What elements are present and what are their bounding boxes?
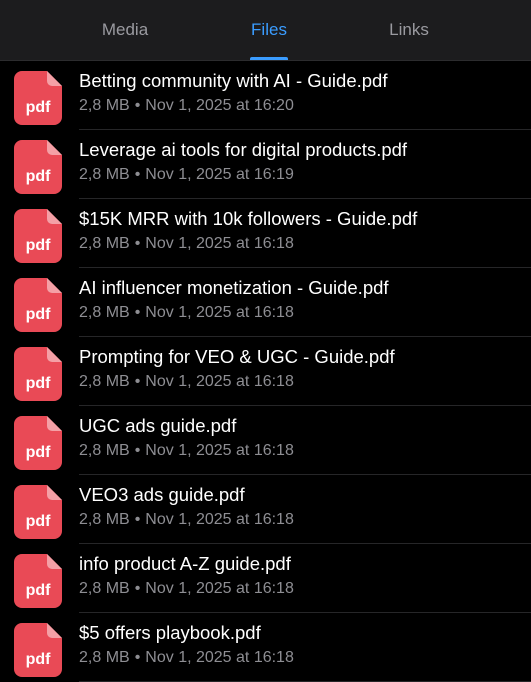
file-date: Nov 1, 2025 at 16:20 xyxy=(145,97,294,114)
file-date: Nov 1, 2025 at 16:18 xyxy=(145,442,294,459)
separator-dot: • xyxy=(134,97,141,114)
file-meta: 2,8 MB • Nov 1, 2025 at 16:18 xyxy=(79,511,294,529)
file-list-item[interactable]: pdf UGC ads guide.pdf 2,8 MB • Nov 1, 2025 a… xyxy=(0,406,531,475)
file-name: info product A-Z guide.pdf xyxy=(79,553,291,574)
file-size: 2,8 MB xyxy=(79,373,130,390)
separator-dot: • xyxy=(134,442,141,459)
file-meta: 2,8 MB • Nov 1, 2025 at 16:18 xyxy=(79,235,294,253)
tab-files[interactable]: Files xyxy=(229,0,309,60)
file-list-item[interactable]: pdf AI influencer monetization - Guide.pd… xyxy=(0,268,531,337)
pdf-icon-label: pdf xyxy=(25,99,51,116)
file-list-item[interactable]: pdf $5 offers playbook.pdf 2,8 MB • Nov 1, 2… xyxy=(0,613,531,682)
tab-media-label: Media xyxy=(101,20,149,39)
file-size: 2,8 MB xyxy=(79,166,130,183)
pdf-file-icon: pdf xyxy=(14,209,62,263)
tab-links[interactable]: Links xyxy=(369,0,449,60)
file-meta: 2,8 MB • Nov 1, 2025 at 16:18 xyxy=(79,304,294,322)
pdf-file-icon: pdf xyxy=(14,278,62,332)
separator-dot: • xyxy=(134,580,141,597)
pdf-icon-label: pdf xyxy=(25,513,51,530)
file-date: Nov 1, 2025 at 16:19 xyxy=(145,166,294,183)
file-name: $5 offers playbook.pdf xyxy=(79,622,261,643)
file-name: VEO3 ads guide.pdf xyxy=(79,484,245,505)
file-meta: 2,8 MB • Nov 1, 2025 at 16:18 xyxy=(79,580,294,598)
file-list-item[interactable]: pdf VEO3 ads guide.pdf 2,8 MB • Nov 1, 2025 … xyxy=(0,475,531,544)
file-name: UGC ads guide.pdf xyxy=(79,415,237,436)
file-size: 2,8 MB xyxy=(79,511,130,528)
file-date: Nov 1, 2025 at 16:18 xyxy=(145,511,294,528)
separator-dot: • xyxy=(134,511,141,528)
separator-dot: • xyxy=(134,235,141,252)
file-meta: 2,8 MB • Nov 1, 2025 at 16:18 xyxy=(79,649,294,667)
file-list-item[interactable]: pdf $15K MRR with 10k followers - Guide.p… xyxy=(0,199,531,268)
file-date: Nov 1, 2025 at 16:18 xyxy=(145,373,294,390)
pdf-file-icon: pdf xyxy=(14,554,62,608)
pdf-file-icon: pdf xyxy=(14,347,62,401)
file-name: AI influencer monetization - Guide.pdf xyxy=(79,277,389,298)
file-list: pdf Betting community with AI - Guide.pdf… xyxy=(0,61,531,682)
file-name: Betting community with AI - Guide.pdf xyxy=(79,70,388,91)
file-name: Leverage ai tools for digital products.p… xyxy=(79,139,408,160)
separator-dot: • xyxy=(134,166,141,183)
file-list-item[interactable]: pdf Leverage ai tools for digital product… xyxy=(0,130,531,199)
file-name: $15K MRR with 10k followers - Guide.pdf xyxy=(79,208,418,229)
tab-media[interactable]: Media xyxy=(85,0,165,60)
file-list-item[interactable]: pdf Prompting for VEO & UGC - Guide.pdf 2,… xyxy=(0,337,531,406)
file-meta: 2,8 MB • Nov 1, 2025 at 16:19 xyxy=(79,166,294,184)
file-size: 2,8 MB xyxy=(79,97,130,114)
pdf-icon-label: pdf xyxy=(25,306,51,323)
file-date: Nov 1, 2025 at 16:18 xyxy=(145,235,294,252)
pdf-icon-label: pdf xyxy=(25,444,51,461)
file-meta: 2,8 MB • Nov 1, 2025 at 16:18 xyxy=(79,442,294,460)
file-meta: 2,8 MB • Nov 1, 2025 at 16:18 xyxy=(79,373,294,391)
separator-dot: • xyxy=(134,304,141,321)
file-list-item[interactable]: pdf info product A-Z guide.pdf 2,8 MB • Nov … xyxy=(0,544,531,613)
file-size: 2,8 MB xyxy=(79,580,130,597)
pdf-icon-label: pdf xyxy=(25,582,51,599)
pdf-file-icon: pdf xyxy=(14,416,62,470)
pdf-file-icon: pdf xyxy=(14,71,62,125)
separator-dot: • xyxy=(134,373,141,390)
pdf-file-icon: pdf xyxy=(14,623,62,677)
tab-links-label: Links xyxy=(389,20,429,39)
active-tab-indicator xyxy=(250,57,288,60)
segmented-tab-bar: Media Files Links xyxy=(0,0,531,61)
separator-dot: • xyxy=(134,649,141,666)
file-list-item[interactable]: pdf Betting community with AI - Guide.pdf… xyxy=(0,61,531,130)
file-size: 2,8 MB xyxy=(79,649,130,666)
pdf-file-icon: pdf xyxy=(14,140,62,194)
pdf-icon-label: pdf xyxy=(25,168,51,185)
pdf-icon-label: pdf xyxy=(25,237,51,254)
file-date: Nov 1, 2025 at 16:18 xyxy=(145,304,294,321)
file-meta: 2,8 MB • Nov 1, 2025 at 16:20 xyxy=(79,97,294,115)
file-size: 2,8 MB xyxy=(79,235,130,252)
tab-files-label: Files xyxy=(251,20,287,39)
file-size: 2,8 MB xyxy=(79,442,130,459)
file-date: Nov 1, 2025 at 16:18 xyxy=(145,649,294,666)
file-size: 2,8 MB xyxy=(79,304,130,321)
pdf-file-icon: pdf xyxy=(14,485,62,539)
pdf-icon-label: pdf xyxy=(25,375,51,392)
file-name: Prompting for VEO & UGC - Guide.pdf xyxy=(79,346,395,367)
pdf-icon-label: pdf xyxy=(25,651,51,668)
file-date: Nov 1, 2025 at 16:18 xyxy=(145,580,294,597)
